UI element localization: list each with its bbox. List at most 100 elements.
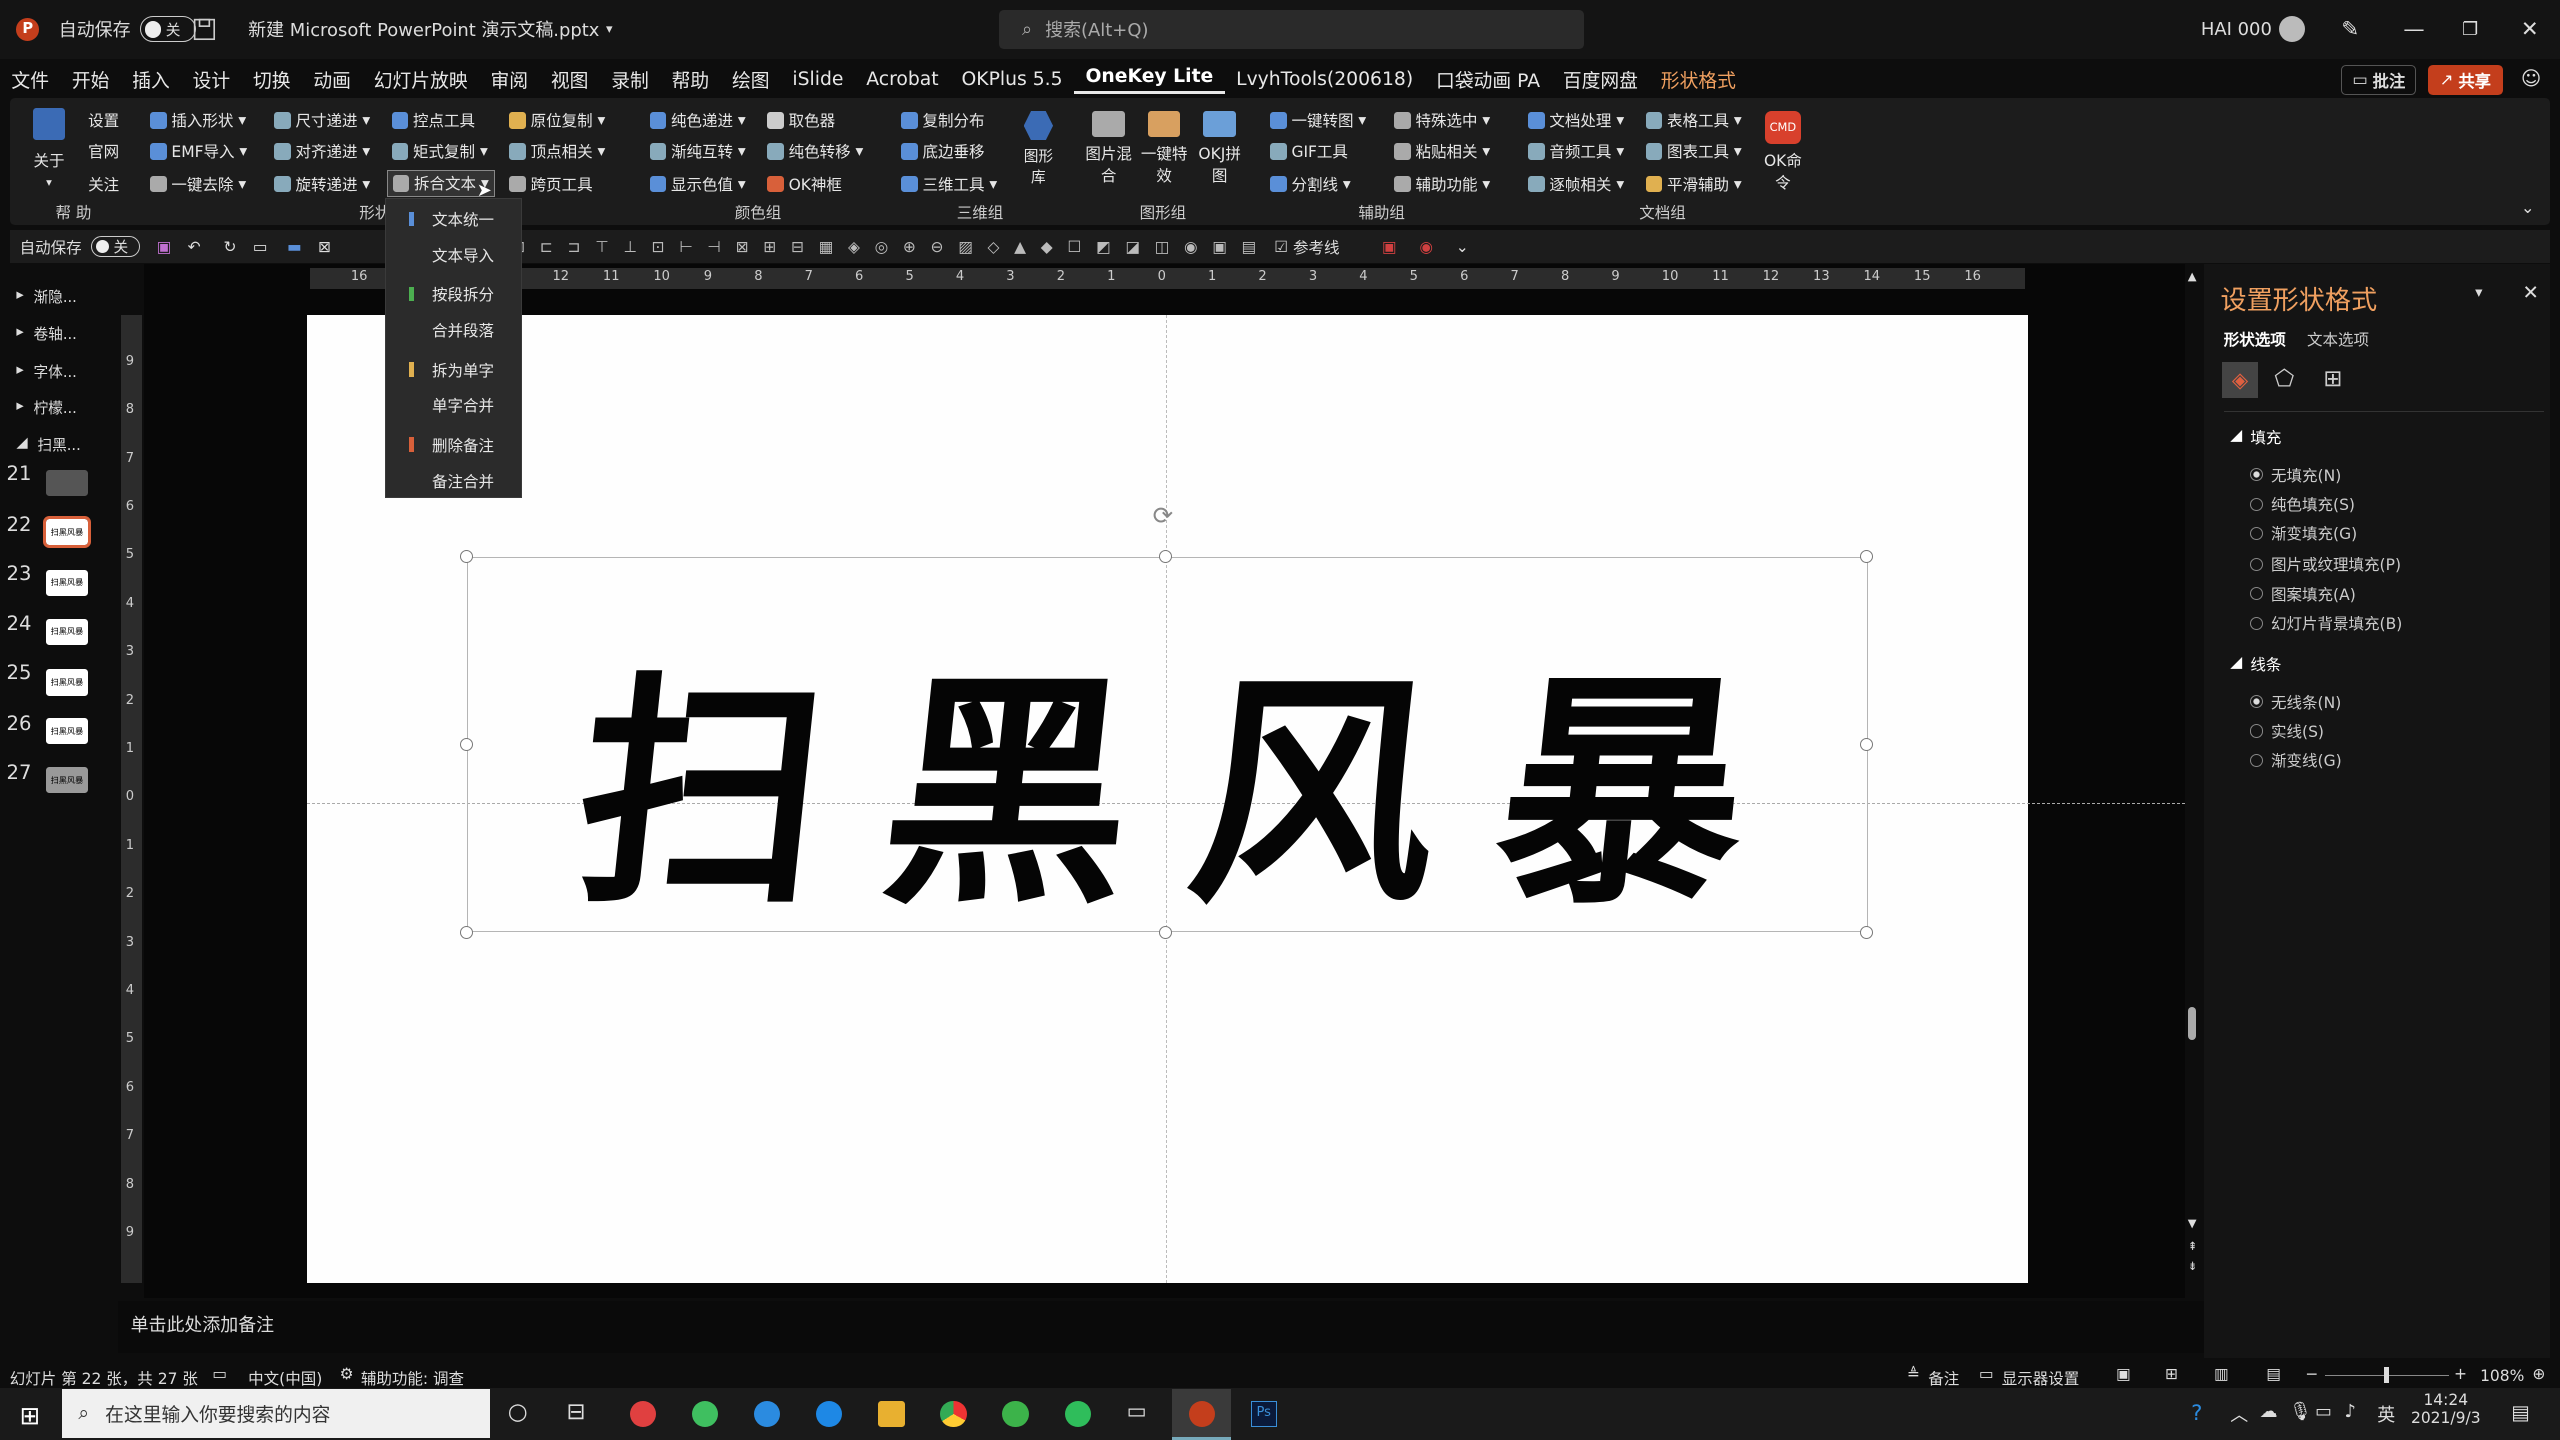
fit-slide-icon[interactable]: ⊕ <box>2532 1365 2545 1383</box>
tab-animations[interactable]: 动画 <box>302 66 362 93</box>
tab-text-options[interactable]: 文本选项 <box>2307 328 2369 350</box>
radio-gradient-fill[interactable]: 渐变填充(G) <box>2249 522 2357 544</box>
tray-chevron-icon[interactable]: ︿ <box>2230 1401 2248 1427</box>
zoom-level[interactable]: 108% <box>2480 1367 2524 1385</box>
scroll-down-icon[interactable]: ▼ <box>2188 1216 2197 1230</box>
radio-slide-bg-fill[interactable]: 幻灯片背景填充(B) <box>2249 612 2402 634</box>
present-icon[interactable]: ▭ <box>253 238 268 256</box>
tab-draw[interactable]: 绘图 <box>721 66 781 93</box>
undo-icon[interactable]: ↶ <box>188 238 201 256</box>
frame-by-frame-button[interactable]: 逐帧相关 ▾ <box>1528 173 1624 195</box>
resize-handle[interactable] <box>1859 925 1873 939</box>
slideshow-icon[interactable]: ▤ <box>2266 1365 2281 1383</box>
accessibility-status[interactable]: 辅助功能: 调查 <box>361 1367 464 1389</box>
about-button[interactable]: 关于 ▾ <box>32 107 66 189</box>
zoom-slider-thumb[interactable] <box>2383 1366 2389 1383</box>
in-place-copy-button[interactable]: 原位复制 ▾ <box>509 109 605 131</box>
fill-line-icon[interactable]: ◈ <box>2222 362 2258 399</box>
slide-thumbnail[interactable]: 扫黑风暴 <box>45 569 89 596</box>
user-name[interactable]: HAI 000 <box>2201 0 2272 59</box>
radio-pattern-fill[interactable]: 图案填充(A) <box>2249 583 2356 605</box>
autosave-switch[interactable]: 关 <box>140 16 196 43</box>
tab-okplus[interactable]: OKPlus 5.5 <box>950 69 1074 90</box>
pane-close-icon[interactable]: ✕ <box>2523 281 2539 304</box>
outline-section[interactable]: ▸ 卷轴... <box>16 323 77 344</box>
gradient-solid-convert-button[interactable]: 渐纯互转 ▾ <box>649 140 746 162</box>
qat-autosave-switch[interactable]: 关 <box>91 235 141 258</box>
avatar[interactable] <box>2279 0 2306 59</box>
crop-box-icon[interactable]: ⊠ <box>318 238 331 256</box>
special-select-button[interactable]: 特殊选中 ▾ <box>1394 109 1490 131</box>
radio-solid-fill[interactable]: 纯色填充(S) <box>2249 493 2355 515</box>
outline-section[interactable]: ◢ 扫黑... <box>16 434 80 455</box>
taskbar-search-input[interactable]: ⌕ 在这里输入你要搜索的内容 <box>62 1389 490 1439</box>
slide-thumbnail-selected[interactable]: 扫黑风暴 <box>42 516 92 549</box>
redo-icon[interactable]: ↻ <box>223 238 236 256</box>
notifications-icon[interactable]: ▤ <box>2511 1401 2530 1424</box>
zoom-out-icon[interactable]: − <box>2305 1365 2318 1383</box>
solid-color-transfer-button[interactable]: 纯色转移 ▾ <box>767 140 863 162</box>
reading-view-icon[interactable]: ▥ <box>2214 1365 2229 1383</box>
file-explorer-icon[interactable] <box>878 1400 905 1427</box>
rotate-handle-icon[interactable]: ⟳ <box>1153 501 1174 530</box>
next-slide-icon[interactable]: ⇟ <box>2188 1259 2198 1273</box>
cloud-icon[interactable]: ☁ <box>2260 1401 2278 1422</box>
tab-lvyhtools[interactable]: LvyhTools(200618) <box>1225 69 1425 90</box>
tab-shape-format[interactable]: 形状格式 <box>1649 66 1747 93</box>
rotate-progression-button[interactable]: 旋转递进 ▾ <box>274 173 370 195</box>
spellcheck-icon[interactable]: ▭ <box>212 1365 227 1383</box>
smooth-assist-button[interactable]: 平滑辅助 ▾ <box>1645 173 1742 195</box>
chrome-icon[interactable] <box>940 1400 967 1427</box>
audio-tools-button[interactable]: 音频工具 ▾ <box>1528 140 1624 162</box>
radio-solid-line[interactable]: 实线(S) <box>2249 720 2324 742</box>
line-section-header[interactable]: ◢ 线条 <box>2230 653 2281 675</box>
fill-section-header[interactable]: ◢ 填充 <box>2230 426 2281 448</box>
slide-sorter-icon[interactable]: ⊞ <box>2165 1365 2178 1383</box>
menu-item-delete-notes[interactable]: 删除备注 <box>432 434 494 456</box>
copy-distribute-button[interactable]: 复制分布 <box>901 109 984 131</box>
tab-slideshow[interactable]: 幻灯片放映 <box>362 66 479 93</box>
clock[interactable]: 14:24 2021/9/3 <box>2410 1391 2482 1427</box>
autosave-toggle[interactable]: 自动保存 关 <box>59 0 196 59</box>
handle-tool-button[interactable]: 控点工具 <box>391 109 475 131</box>
search-input[interactable]: ⌕ 搜索(Alt+Q) <box>999 9 1584 49</box>
restore-button[interactable]: ❐ <box>2462 0 2478 59</box>
one-click-remove-button[interactable]: 一键去除 ▾ <box>150 173 246 195</box>
close-button[interactable]: ✕ <box>2521 0 2539 59</box>
one-click-effect-button[interactable]: 一键特效 <box>1140 111 1189 186</box>
minimize-button[interactable]: — <box>2403 0 2424 59</box>
tab-transitions[interactable]: 切换 <box>242 66 302 93</box>
slide-thumbnail[interactable]: 扫黑风暴 <box>45 618 89 645</box>
comments-button[interactable]: ▭ 批注 <box>2341 65 2417 95</box>
stop-icon[interactable]: ◉ <box>1419 238 1433 256</box>
powerpoint-taskbar-button[interactable] <box>1172 1389 1232 1440</box>
resize-handle[interactable] <box>1859 737 1873 752</box>
camera-app-icon[interactable]: ▭ <box>1127 1399 1147 1424</box>
cross-page-tool-button[interactable]: 跨页工具 <box>509 173 593 195</box>
display-settings-button[interactable]: 显示器设置 <box>2002 1367 2080 1389</box>
pen-icon[interactable]: ✎ <box>2341 0 2359 59</box>
normal-view-icon[interactable]: ▣ <box>2116 1365 2131 1383</box>
outline-section[interactable]: ▸ 渐隐... <box>16 286 77 307</box>
language-indicator[interactable]: 中文(中国) <box>248 1367 322 1389</box>
previous-slide-icon[interactable]: ⇞ <box>2188 1239 2198 1253</box>
network-icon[interactable]: ▭ <box>2315 1401 2332 1422</box>
zoom-in-icon[interactable]: + <box>2454 1365 2467 1383</box>
paste-related-button[interactable]: 粘贴相关 ▾ <box>1394 140 1490 162</box>
settings-button[interactable]: 设置 <box>88 109 119 131</box>
tab-view[interactable]: 视图 <box>539 66 599 93</box>
image-mix-button[interactable]: 图片混合 <box>1084 111 1133 186</box>
ok-command-button[interactable]: CMD OK命令 <box>1763 111 1802 193</box>
slide-thumbnail[interactable]: 扫黑风暴 <box>45 669 89 696</box>
photoshop-icon[interactable]: Ps <box>1250 1400 1277 1427</box>
help-icon[interactable]: ? <box>2191 1401 2202 1426</box>
scroll-up-icon[interactable]: ▲ <box>2188 269 2197 283</box>
tab-insert[interactable]: 插入 <box>121 66 181 93</box>
menu-item-merge-chars[interactable]: 单字合并 <box>432 394 494 416</box>
volume-icon[interactable]: ♪ <box>2345 1401 2356 1422</box>
task-view-icon[interactable]: ⊟ <box>567 1399 586 1425</box>
one-click-to-image-button[interactable]: 一键转图 ▾ <box>1270 109 1366 131</box>
pane-options-icon[interactable]: ▾ <box>2475 284 2482 301</box>
menu-item-merge-paragraph[interactable]: 合并段落 <box>432 319 494 341</box>
follow-button[interactable]: 关注 <box>88 173 119 195</box>
